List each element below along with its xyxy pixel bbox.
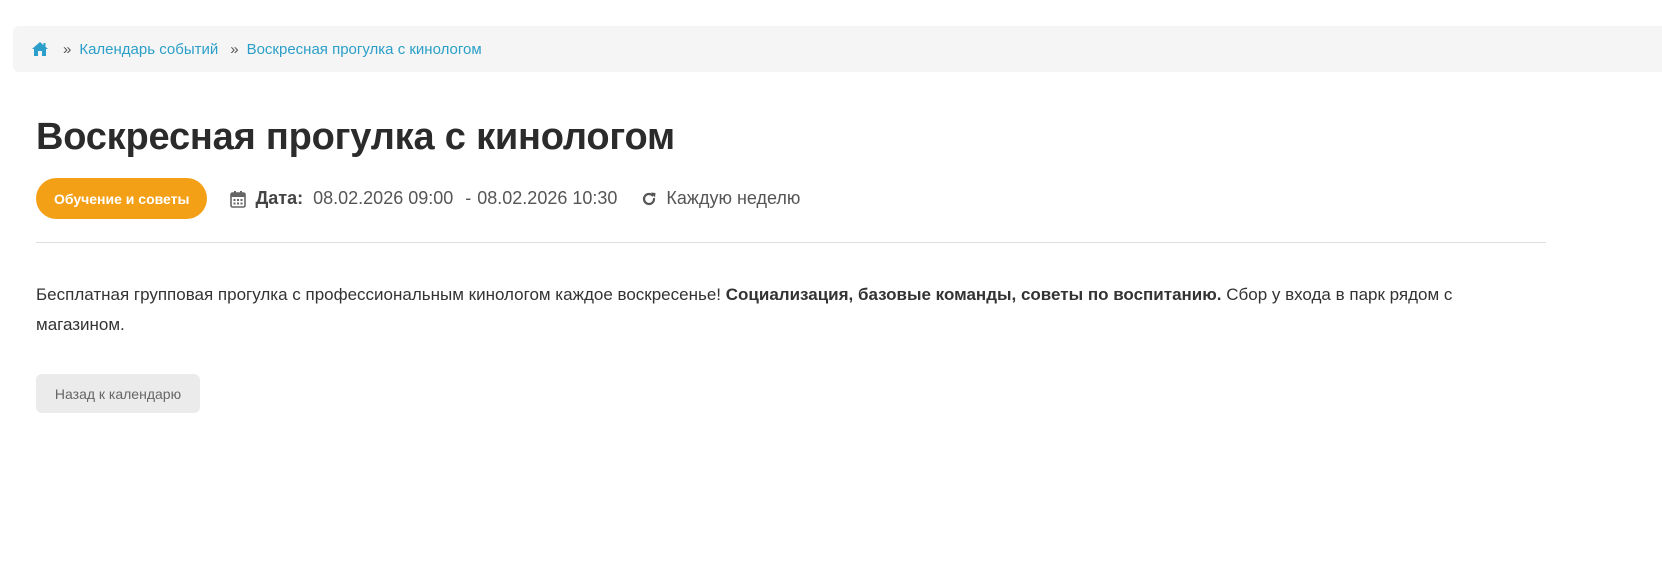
description-intro: Бесплатная групповая прогулка с професси… xyxy=(36,285,726,304)
event-recurrence: Каждую неделю xyxy=(641,188,800,209)
event-page: » Календарь событий » Воскресная прогулк… xyxy=(0,0,1662,573)
category-badge[interactable]: Обучение и советы xyxy=(36,178,208,219)
date-separator: - xyxy=(465,188,472,208)
date-label: Дата: xyxy=(255,188,304,208)
event-date: Дата: 08.02.2026 09:00 - 08.02.2026 10:3… xyxy=(230,188,617,209)
event-description: Бесплатная групповая прогулка с професси… xyxy=(36,280,1526,340)
back-to-calendar-button[interactable]: Назад к календарю xyxy=(36,374,200,413)
calendar-icon xyxy=(230,190,247,208)
description-highlight: Социализация, базовые команды, советы по… xyxy=(725,285,1222,304)
repeat-icon xyxy=(641,191,657,207)
date-start: 08.02.2026 09:00 xyxy=(313,188,454,208)
page-title: Воскресная прогулка с кинологом xyxy=(36,116,675,158)
event-meta: Обучение и советы Дата: 08.02.2026 09:00 xyxy=(36,178,800,219)
breadcrumb-separator: » xyxy=(63,40,72,58)
breadcrumb-link-calendar[interactable]: Календарь событий xyxy=(79,41,218,58)
breadcrumb-separator: » xyxy=(230,40,239,58)
breadcrumb-link-event[interactable]: Воскресная прогулка с кинологом xyxy=(247,41,482,58)
date-end: 08.02.2026 10:30 xyxy=(477,188,618,208)
breadcrumb: » Календарь событий » Воскресная прогулк… xyxy=(13,26,1662,72)
divider xyxy=(36,242,1546,243)
recurrence-text: Каждую неделю xyxy=(666,188,801,208)
home-icon[interactable] xyxy=(31,41,49,57)
